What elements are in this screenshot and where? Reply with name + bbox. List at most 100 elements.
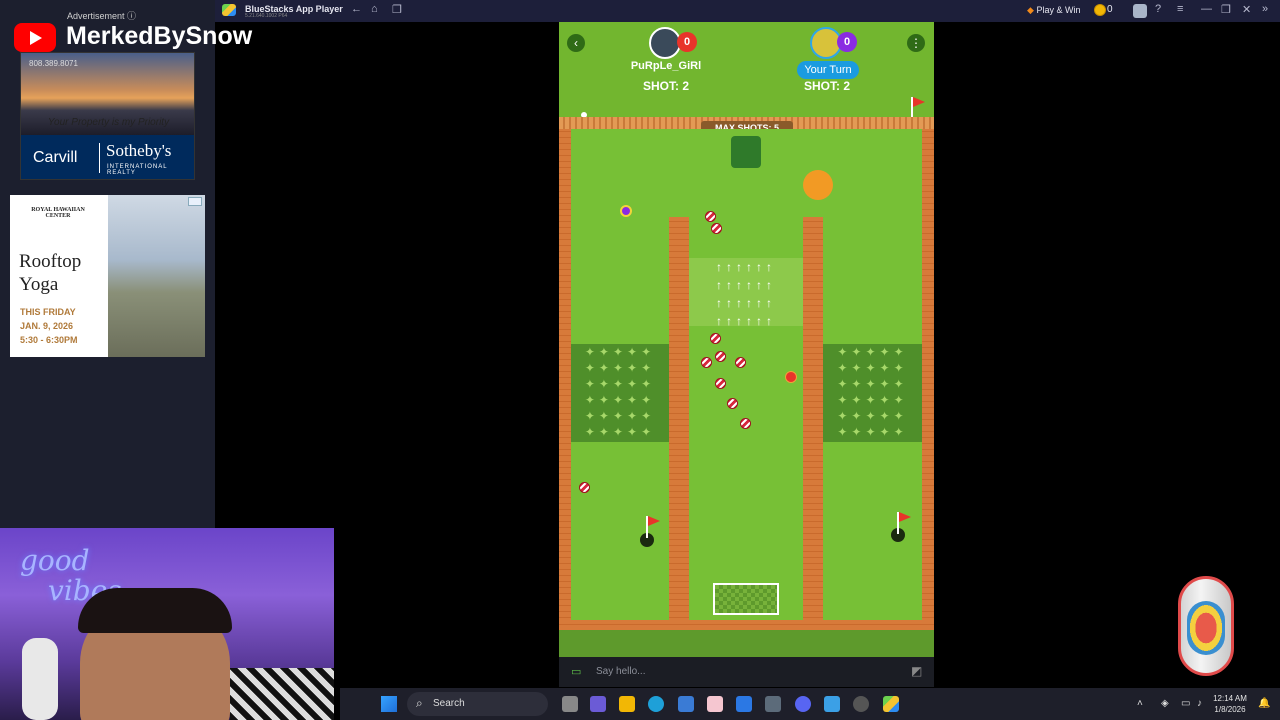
rough-patch-left: ✦✦✦✦✦ ✦✦✦✦✦ ✦✦✦✦✦ ✦✦✦✦✦ ✦✦✦✦✦ ✦✦✦✦✦ [571,344,669,442]
app-titlebar: BlueStacks App Player 5.21.640.1002 P64 … [215,0,1280,22]
ad-tagline: Your Property is my Priority [47,117,170,128]
left-wall [559,129,571,629]
neon-line1: good [20,544,90,577]
zebra-blanket [230,668,334,720]
date-line2: JAN. 9, 2026 [20,321,74,331]
date-line1: THIS FRIDAY [20,307,76,317]
taskbar-clock[interactable]: 12:14 AM 1/8/2026 [1205,693,1255,715]
prize-spinner-badge[interactable] [1178,576,1234,676]
game-menu-icon[interactable]: ⋮ [907,34,925,52]
profile-avatar[interactable] [1133,4,1147,18]
minimize-icon[interactable]: — [1201,3,1212,15]
restore-icon[interactable]: ❐ [1221,3,1231,16]
tray-chevron-icon[interactable]: ˄ [1137,698,1143,709]
flag-icon [646,516,660,538]
striped-obstacle-ball [740,418,751,429]
windows-start-icon[interactable] [381,696,397,712]
ad-date: THIS FRIDAY JAN. 9, 2026 5:30 - 6:30PM [20,305,78,347]
striped-obstacle-ball [705,211,716,222]
ad-brand-bar: Carvill Sotheby's INTERNATIONAL REALTY [21,135,194,179]
youtube-icon [14,23,56,52]
striped-obstacle-ball [715,378,726,389]
webcam-overlay: good vibes o [0,528,334,720]
teams-icon[interactable] [590,696,606,712]
obs-icon[interactable] [853,696,869,712]
right-wall [922,129,934,629]
taskbar-search[interactable]: ⌕ Search [407,692,548,716]
brand-carvill: Carvill [33,149,78,166]
date-line3: 5:30 - 6:30PM [20,335,78,345]
your-turn-indicator: Your Turn [797,61,859,79]
striped-obstacle-ball [715,351,726,362]
yoga-ad[interactable]: ROYAL HAWAIIAN CENTER Rooftop Yoga THIS … [10,195,205,357]
multi-instance-icon[interactable]: ❐ [392,3,402,16]
streamer-hair [78,588,232,633]
opponent-ball [620,205,632,217]
store-icon[interactable] [678,696,694,712]
chat-icon: ▭ [571,666,582,678]
hamburger-menu-icon[interactable]: ≡ [1177,3,1183,15]
notepad-icon[interactable] [824,696,840,712]
headline-line1: Rooftop [19,251,82,272]
chat-input[interactable]: Say hello... [596,666,645,677]
play-win-button[interactable]: ◆ Play & Win [1027,5,1080,16]
tray-network-icon[interactable]: ◈ [1161,698,1169,709]
game-header: ‹ 0 PuRpLe_GiRl SHOT: 2 0 Your Turn SHOT… [559,22,934,120]
flag-icon [897,512,911,534]
help-icon[interactable]: ? [1155,3,1161,15]
tray-volume-icon[interactable]: ♪ [1197,698,1202,709]
realty-ad[interactable]: 808.389.8071 Your Property is my Priorit… [20,52,195,180]
close-icon[interactable]: ✕ [1242,3,1251,16]
advertisement-label: Advertisement ⓘ [67,11,137,21]
copilot-icon[interactable] [736,696,752,712]
sticker-icon[interactable]: ◩ [911,664,922,678]
tray-battery-icon[interactable]: ▭ [1181,698,1190,709]
expand-sidebar-icon[interactable]: » [1262,3,1268,15]
golf-game-frame[interactable]: ‹ 0 PuRpLe_GiRl SHOT: 2 0 Your Turn SHOT… [559,22,934,657]
flag-icon [911,97,925,119]
clock-date: 1/8/2026 [1214,705,1246,714]
striped-obstacle-ball [711,223,722,234]
headline-line2: Yoga [19,274,59,295]
striped-obstacle-ball [701,357,712,368]
inner-wall-right [803,217,823,629]
player2-shots: SHOT: 2 [803,79,850,93]
striped-obstacle-ball [735,357,746,368]
orange-tree-obstacle [803,170,833,200]
tree-obstacle [731,136,761,168]
task-view-icon[interactable] [562,696,578,712]
search-icon: ⌕ [416,696,423,710]
chat-bar[interactable]: ▭ Say hello... ◩ [559,657,934,687]
app-version: 5.21.640.1002 P64 [245,13,288,19]
ad-headline: Rooftop Yoga [19,250,81,296]
bluestacks-taskbar-icon[interactable] [883,696,899,712]
bottom-wall [559,620,934,630]
file-explorer-icon[interactable] [619,696,635,712]
player-ball[interactable] [785,371,797,383]
game-back-icon[interactable]: ‹ [567,34,585,52]
striped-obstacle-ball [579,482,590,493]
player1-shots: SHOT: 2 [642,79,689,93]
settings-gear-icon[interactable] [765,696,781,712]
play-win-icon: ◆ [1027,5,1034,15]
spinner-wheel-icon [1187,601,1225,655]
tee-box [713,583,779,615]
back-arrow-icon[interactable]: ← [351,3,362,15]
yoga-photo [108,195,205,357]
home-icon[interactable]: ⌂ [371,3,378,15]
edge-icon[interactable] [648,696,664,712]
channel-name: MerkedBySnow [66,22,253,50]
discord-icon[interactable] [795,696,811,712]
brand-divider [99,143,100,173]
bluestacks-logo-icon [222,4,236,16]
notification-bell-icon[interactable]: 🔔 [1258,698,1270,709]
player1-score-badge: 0 [677,32,697,52]
brand-sothebys: Sotheby's [106,141,172,160]
app-icon-pink[interactable] [707,696,723,712]
boost-arrows-zone: ↑↑↑↑↑↑ ↑↑↑↑↑↑ ↑↑↑↑↑↑ ↑↑↑↑↑↑ [689,258,803,326]
rough-patch-right: ✦✦✦✦✦ ✦✦✦✦✦ ✦✦✦✦✦ ✦✦✦✦✦ ✦✦✦✦✦ ✦✦✦✦✦ [823,344,922,442]
search-label: Search [433,698,465,709]
coin-icon [1094,4,1106,16]
adchoices-icon[interactable] [188,197,202,206]
course-footer [559,630,934,657]
